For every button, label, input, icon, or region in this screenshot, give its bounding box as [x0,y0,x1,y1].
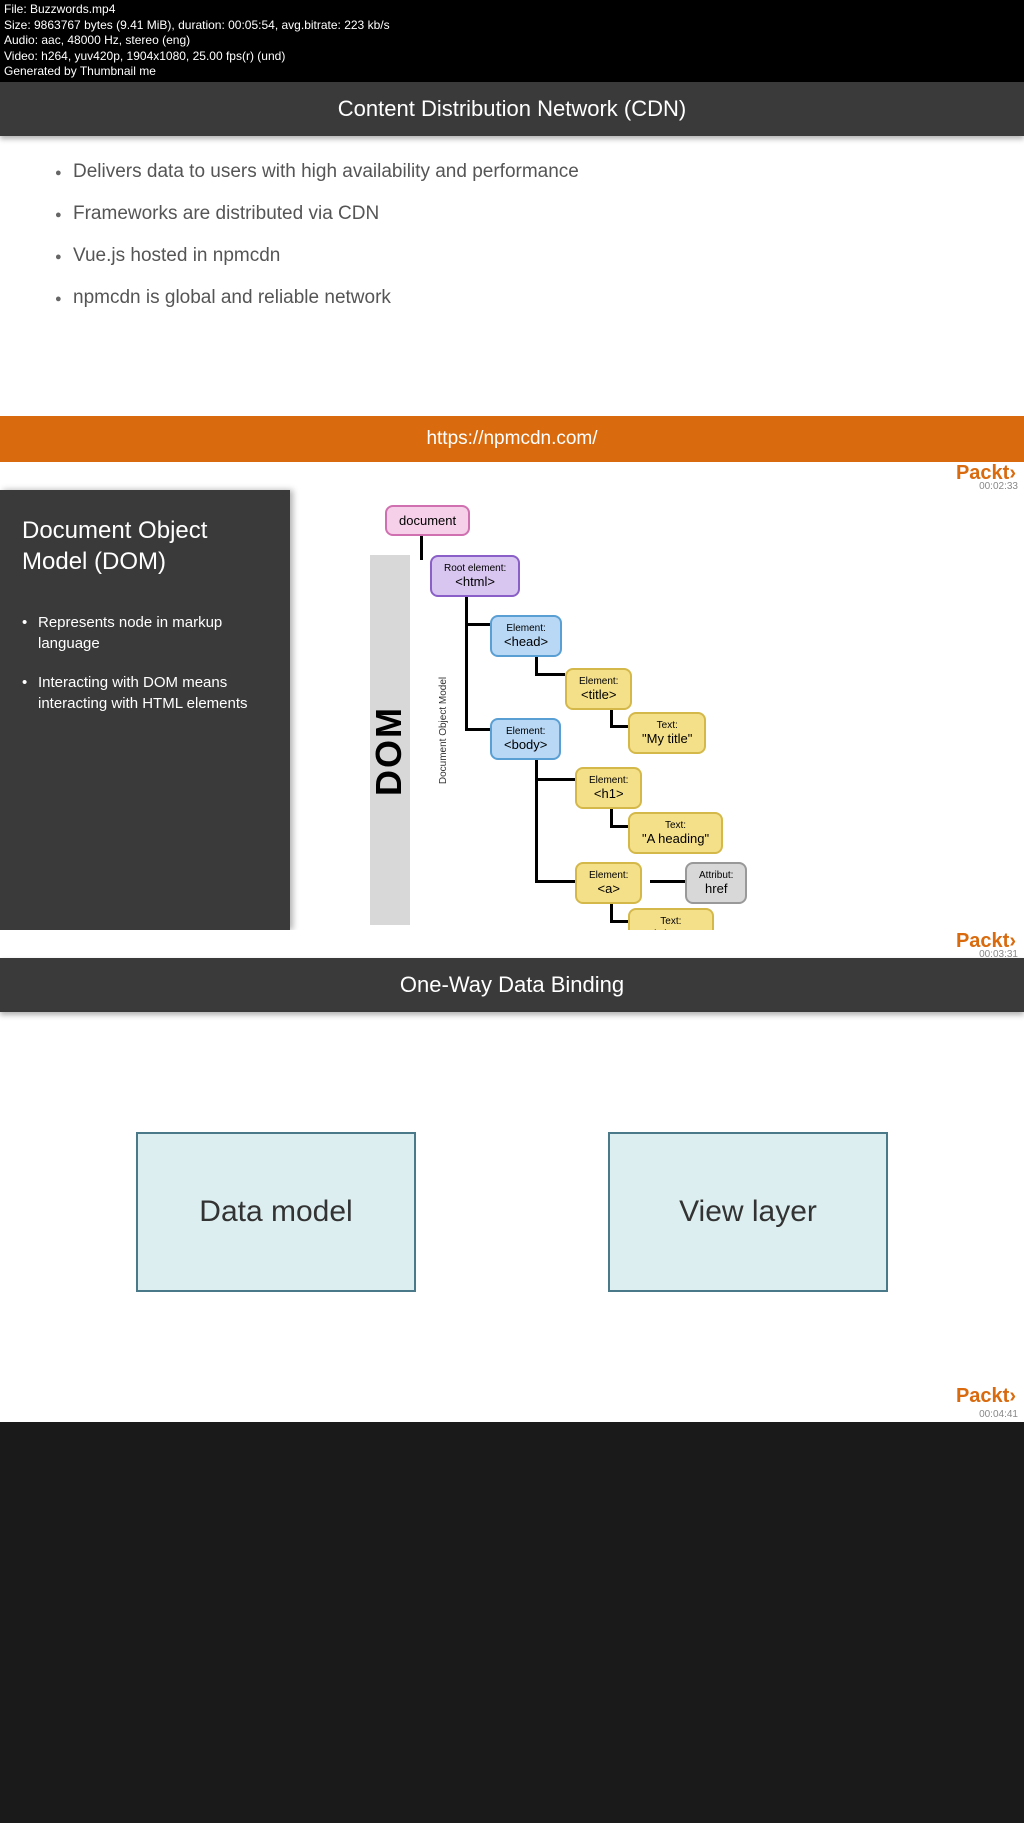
bullet-item: Interacting with DOM means interacting w… [22,672,270,714]
meta-size: Size: 9863767 bytes (9.41 MiB), duration… [4,18,1020,34]
video-metadata-bar: File: Buzzwords.mp4 Size: 9863767 bytes … [0,0,1024,82]
node-label: Text: [642,820,709,831]
conn [610,920,630,923]
view-layer-box: View layer [608,1132,888,1292]
conn [535,778,575,781]
timestamp: 00:04:41 [979,1409,1018,1420]
slide-dom: Document Object Model (DOM) Represents n… [0,490,1024,930]
node-label: Element: [504,623,548,634]
bullet-item: npmcdn is global and reliable network [55,287,984,309]
node-text: <html> [455,574,495,589]
url-bar: https://npmcdn.com/ [0,416,1024,462]
bullet-item: Frameworks are distributed via CDN [55,203,984,225]
node-text: <body> [504,737,547,752]
node-h1: Element: <h1> [575,767,642,809]
node-label: Text: [642,720,692,731]
dom-sublabel: Document Object Model [438,677,449,784]
conn [465,728,493,731]
node-label: Attribut: [699,870,733,881]
slide-cdn: Content Distribution Network (CDN) Deliv… [0,82,1024,490]
node-text: <a> [598,881,620,896]
node-text: document [399,513,456,528]
conn [610,725,630,728]
node-body: Element: <body> [490,718,561,760]
node-text: "A heading" [642,831,709,846]
meta-audio: Audio: aac, 48000 Hz, stereo (eng) [4,33,1020,49]
conn [465,623,493,626]
node-a: Element: <a> [575,862,642,904]
node-label: Element: [504,726,547,737]
meta-generated: Generated by Thumbnail me [4,64,1020,80]
bullet-list: Represents node in markup language Inter… [22,612,270,714]
node-text: "My title" [642,731,692,746]
node-head: Element: <head> [490,615,562,657]
conn [535,758,538,883]
node-label: Element: [579,676,618,687]
node-label: Root element: [444,563,506,574]
node-label: Element: [589,870,628,881]
conn [650,880,690,883]
node-label: Element: [589,775,628,786]
packt-logo: Packt› [956,1385,1016,1408]
data-model-box: Data model [136,1132,416,1292]
logo-row: Packt› 00:02:33 [0,462,1024,490]
binding-boxes: Data model View layer [0,1012,1024,1382]
meta-file: File: Buzzwords.mp4 [4,2,1020,18]
slide-title: Document Object Model (DOM) [22,515,270,577]
node-attr: Attribut: href [685,862,747,904]
node-html: Root element: <html> [430,555,520,597]
node-text: <h1> [594,786,624,801]
dom-sidebar: Document Object Model (DOM) Represents n… [0,490,290,930]
conn [465,623,468,731]
bullet-item: Vue.js hosted in npmcdn [55,245,984,267]
bullet-item: Delivers data to users with high availab… [55,161,984,183]
conn [535,673,565,676]
node-text: <head> [504,634,548,649]
node-text: <title> [581,687,616,702]
meta-video: Video: h264, yuv420p, 1904x1080, 25.00 f… [4,49,1020,65]
slide-body: Delivers data to users with high availab… [0,136,1024,416]
bullet-item: Represents node in markup language [22,612,270,654]
conn [535,880,575,883]
bullet-list: Delivers data to users with high availab… [55,161,984,309]
logo-row: Packt› 00:03:31 [0,930,1024,958]
slide-title: Content Distribution Network (CDN) [0,82,1024,136]
node-h1-text: Text: "A heading" [628,812,723,854]
slide-binding: One-Way Data Binding Data model View lay… [0,958,1024,1422]
slide-title: One-Way Data Binding [0,958,1024,1012]
node-title: Element: <title> [565,668,632,710]
conn [610,825,630,828]
node-text: href [705,881,727,896]
dom-label: DOM [368,706,410,796]
dom-tree-diagram: DOM Document Object Model document Root … [290,490,1024,930]
node-title-text: Text: "My title" [628,712,706,754]
node-label: Text: [642,916,700,927]
node-document: document [385,505,470,536]
